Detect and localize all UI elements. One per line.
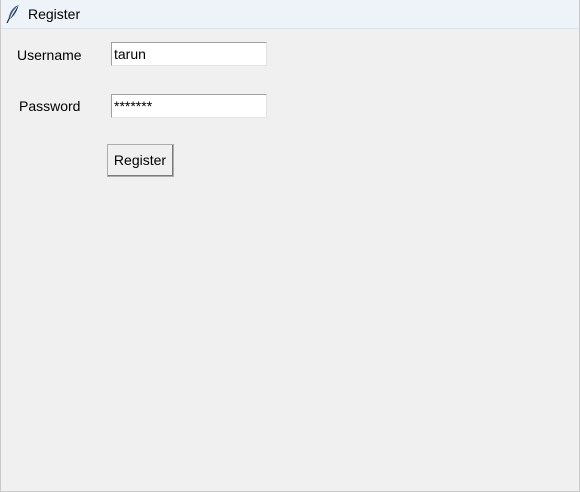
title-bar[interactable]: Register	[1, 0, 579, 29]
username-input[interactable]	[111, 42, 267, 66]
register-button[interactable]: Register	[107, 144, 174, 177]
window-title: Register	[28, 6, 81, 22]
username-label: Username	[17, 47, 82, 63]
app-window: Register Username Password Register	[0, 0, 580, 492]
password-label: Password	[19, 98, 81, 114]
password-input[interactable]	[111, 94, 267, 118]
feather-icon	[5, 4, 21, 24]
